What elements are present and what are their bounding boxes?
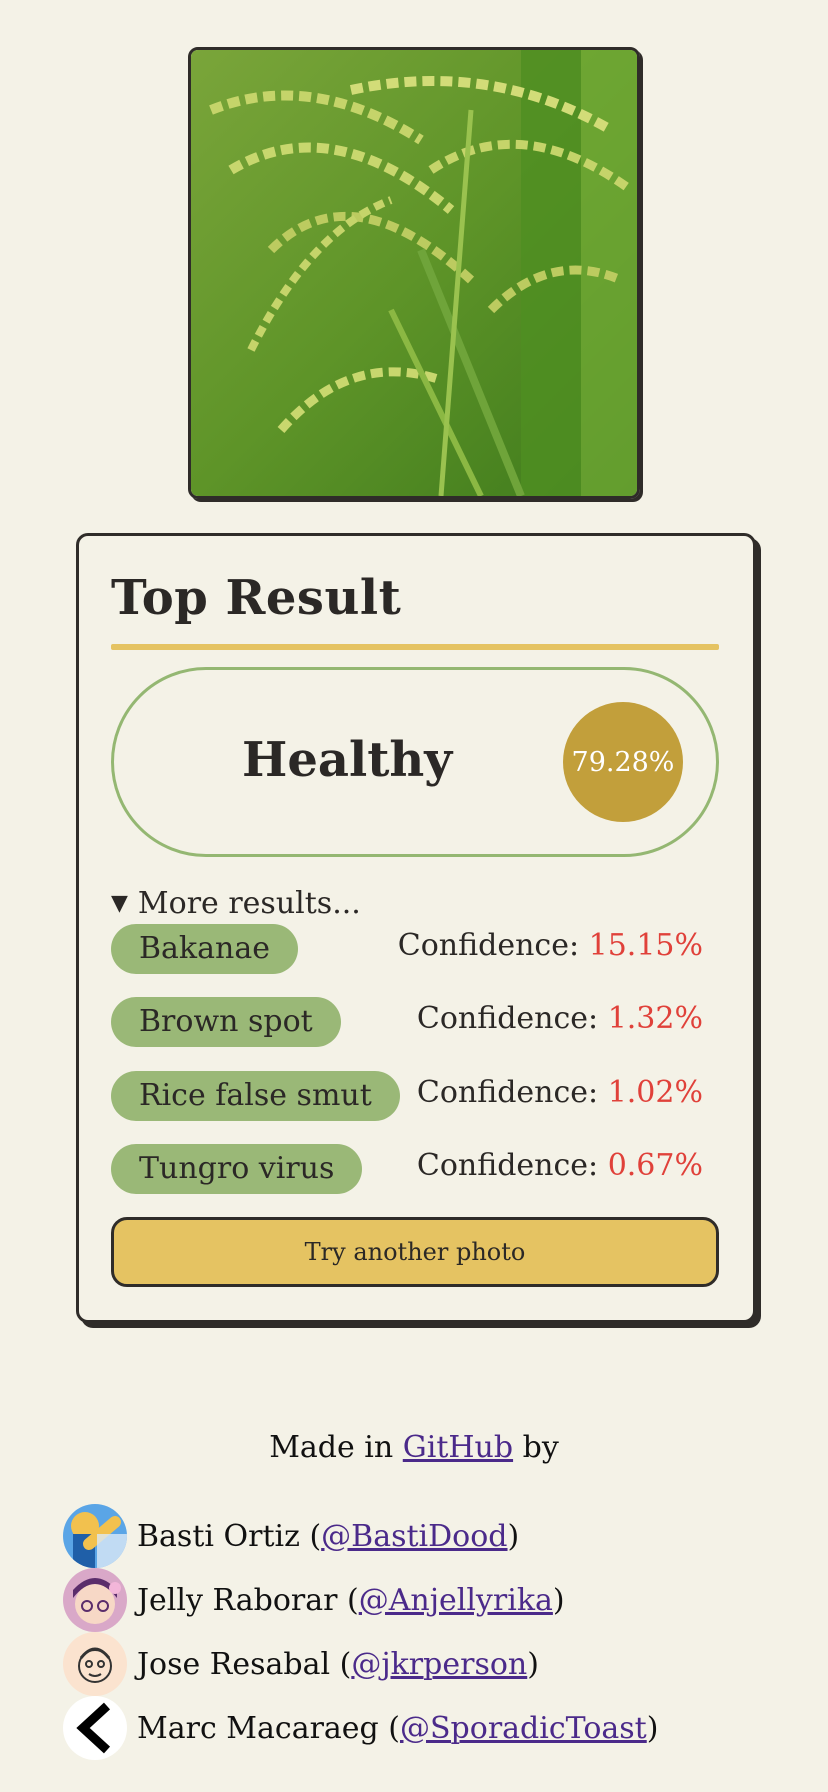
top-result-pill: Healthy 79.28%	[111, 667, 719, 857]
result-card: Top Result Healthy 79.28% ▼ More results…	[76, 533, 756, 1323]
result-confidence: Confidence: 1.32%	[416, 1001, 703, 1036]
cartoon-face-avatar-icon	[63, 1632, 127, 1696]
confidence-value: 1.02%	[607, 1075, 703, 1110]
result-confidence: Confidence: 15.15%	[397, 928, 703, 963]
made-in-line: Made in GitHub by	[269, 1430, 559, 1465]
github-link[interactable]: GitHub	[403, 1430, 513, 1465]
result-row: Brown spot Confidence: 1.32%	[111, 997, 703, 1047]
confidence-value: 15.15%	[588, 928, 703, 963]
result-label-chip: Rice false smut	[111, 1071, 400, 1121]
result-label-chip: Tungro virus	[111, 1144, 363, 1194]
caret-down-icon: ▼	[111, 891, 128, 916]
confidence-value: 0.67%	[607, 1148, 703, 1183]
result-row: Bakanae Confidence: 15.15%	[111, 924, 703, 974]
chevron-left-avatar-icon	[63, 1696, 127, 1760]
credit-handle-link[interactable]: @Anjellyrika	[359, 1583, 553, 1618]
uploaded-rice-photo	[188, 47, 640, 499]
credit-handle-link[interactable]: @BastiDood	[321, 1519, 507, 1554]
confidence-value: 1.32%	[607, 1001, 703, 1036]
card-title: Top Result	[111, 570, 402, 626]
credit-item: Jose Resabal (@jkrperson)	[63, 1632, 539, 1696]
result-label-chip: Bakanae	[111, 924, 298, 974]
credit-handle-link[interactable]: @SporadicToast	[400, 1711, 647, 1746]
result-label-chip: Brown spot	[111, 997, 341, 1047]
cartoon-girl-avatar-icon	[63, 1568, 127, 1632]
title-underline	[111, 644, 719, 650]
more-results-label: More results...	[137, 886, 361, 921]
result-confidence: Confidence: 0.67%	[416, 1148, 703, 1183]
result-confidence: Confidence: 1.02%	[416, 1075, 703, 1110]
top-result-label: Healthy	[242, 732, 453, 788]
blue-yellow-avatar-icon	[63, 1504, 127, 1568]
credit-item: Marc Macaraeg (@SporadicToast)	[63, 1696, 658, 1760]
more-results-toggle[interactable]: ▼ More results...	[111, 886, 361, 921]
credit-handle-link[interactable]: @jkrperson	[351, 1647, 527, 1682]
try-another-photo-button[interactable]: Try another photo	[111, 1217, 719, 1287]
credit-item: Basti Ortiz (@BastiDood)	[63, 1504, 519, 1568]
credit-item: Jelly Raborar (@Anjellyrika)	[63, 1568, 565, 1632]
result-row: Tungro virus Confidence: 0.67%	[111, 1144, 703, 1194]
top-result-confidence-badge: 79.28%	[563, 702, 683, 822]
result-row: Rice false smut Confidence: 1.02%	[111, 1071, 703, 1121]
